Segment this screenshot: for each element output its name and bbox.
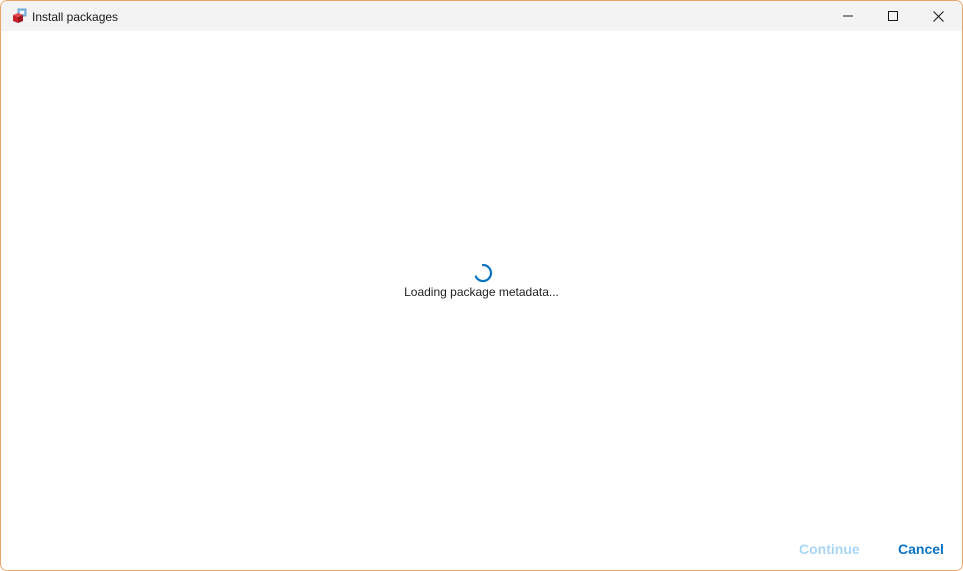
install-packages-window: Install packages Loading package metadat… [0,0,963,571]
minimize-button[interactable] [825,1,871,31]
content-area: Loading package metadata... Continue Can… [1,31,962,570]
package-app-icon [13,8,27,23]
minimize-icon [843,15,853,17]
close-button[interactable] [915,1,961,31]
title-bar[interactable]: Install packages [1,1,962,31]
close-icon [932,10,944,22]
cancel-button[interactable]: Cancel [898,539,944,559]
loading-spinner-icon [474,263,493,283]
loading-status-text: Loading package metadata... [404,285,559,299]
continue-button[interactable]: Continue [799,539,860,559]
maximize-button[interactable] [870,1,916,31]
maximize-icon [888,11,898,21]
window-title: Install packages [32,10,119,24]
